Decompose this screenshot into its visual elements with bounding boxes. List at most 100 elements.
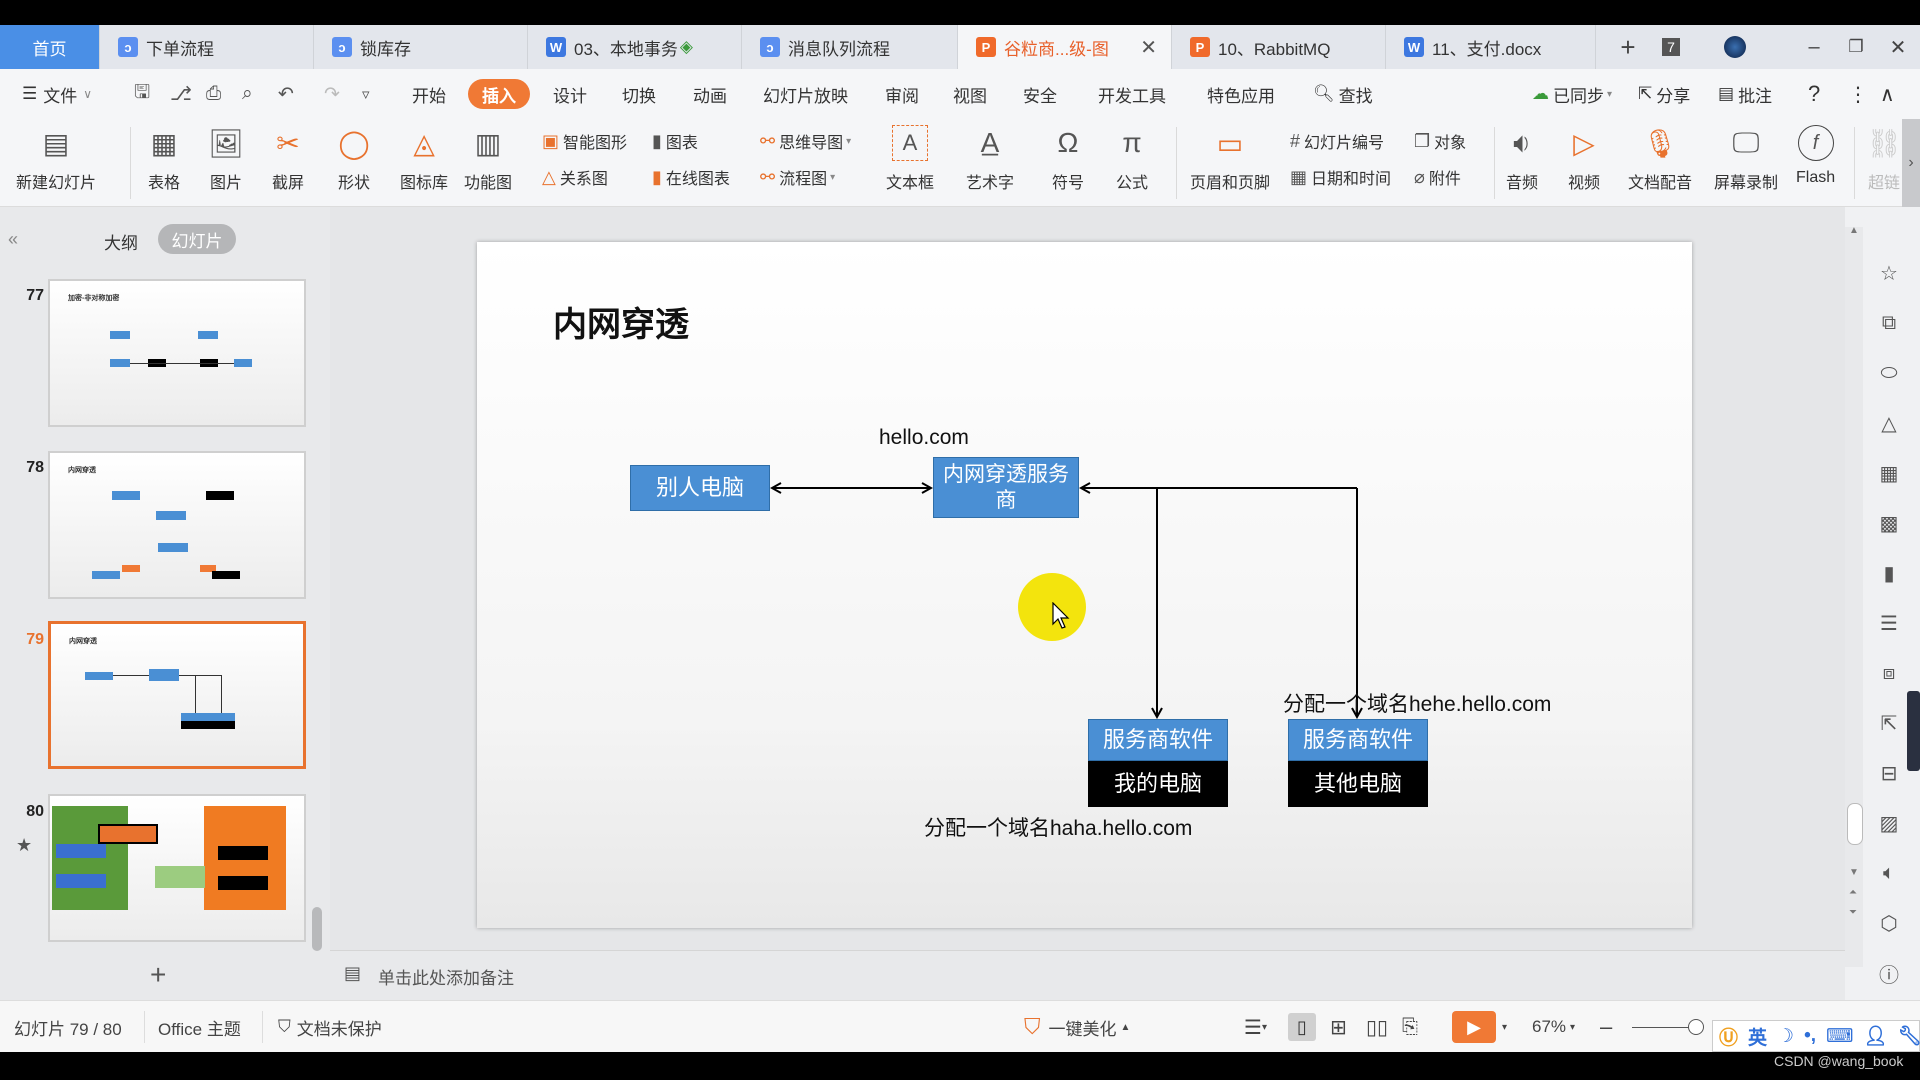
chart-icon[interactable]: ▮ [1876,560,1902,586]
slide[interactable]: 内网穿透 别人电脑 hello.com 内网穿透服务商 服务商软件 我的电脑 服… [477,242,1692,928]
audio-button[interactable]: 🔉︎ 音频 [1504,125,1540,193]
symbol-button[interactable]: Ω 符号 [1050,125,1086,193]
shapes-icon[interactable]: ⬭ [1876,360,1902,386]
normal-view-icon[interactable]: ▯ [1288,1013,1316,1041]
zoom-level[interactable]: 67% ▾ [1532,1001,1575,1053]
settings-sliders-icon[interactable]: ☰ [1876,610,1902,636]
zoom-slider-handle[interactable] [1688,1019,1704,1035]
tab-local-transaction[interactable]: W 03、本地事务 ◈ [528,25,742,69]
customize-icon[interactable]: ▿ [362,79,370,109]
table-icon[interactable]: ▦ [1876,460,1902,486]
wordart-button[interactable]: A̲ 艺术字 [966,125,1014,193]
menu-special-apps[interactable]: 特色应用 [1207,79,1275,109]
notes-view-icon[interactable]: ☰ ▾ [1244,1001,1267,1053]
moon-icon[interactable]: ☽ [1777,1025,1794,1048]
node-provider-software-2[interactable]: 服务商软件 [1288,719,1428,761]
avatar[interactable] [1718,25,1752,69]
hexagon-icon[interactable]: ⬡ [1876,910,1902,936]
node-other-computer[interactable]: 其他电脑 [1288,761,1428,807]
ime-toolbar[interactable]: Ⓤ 英 ☽ •, ⌨ 👤︎ 🔧︎ [1712,1020,1920,1052]
node-my-pc[interactable]: 我的电脑 [1088,761,1228,807]
flowchart-button[interactable]: ⚯ 流程图 ▾ [760,163,835,191]
more-icon[interactable]: ⋮ [1848,79,1868,109]
online-chart-button[interactable]: ▮ 在线图表 [652,163,730,191]
function-chart-button[interactable]: ▥ 功能图 [464,125,512,193]
collapse-ribbon-icon[interactable]: ∧ [1880,79,1895,109]
screen-record-button[interactable]: 🖵︎ 屏幕录制 [1714,125,1778,193]
provider-domain-label[interactable]: hello.com [879,426,969,450]
menu-design[interactable]: 设计 [553,79,587,109]
vertical-scrollbar-track[interactable] [1845,227,1863,967]
zoom-out-button[interactable]: – [1600,1001,1612,1053]
tab-lock-stock[interactable]: ↄ 锁库存 [314,25,528,69]
protection-status[interactable]: ⛉ 文档未保护 [278,1001,382,1053]
doc-voice-button[interactable]: 🎙︎ 文档配音 [1628,125,1692,193]
image-icon[interactable]: ▨ [1876,810,1902,836]
slide-thumb-79[interactable]: 内网穿透 [48,621,306,769]
info-icon[interactable]: ⓘ [1876,960,1902,987]
image-gallery-icon[interactable]: ⧈ [1876,660,1902,686]
video-button[interactable]: ▷ 视频 [1566,125,1602,193]
scroll-down-icon[interactable]: ▼ [1849,867,1859,878]
notes-bar[interactable]: ▤ 单击此处添加备注 [330,950,1845,1000]
textbox-button[interactable]: A 文本框 [886,125,934,193]
menu-slideshow[interactable]: 幻灯片放映 [763,79,848,109]
tab-home[interactable]: 首页 [0,25,100,69]
tab-gulimall-ppt[interactable]: P 谷粒商...级-图 ✕ [958,25,1172,69]
tab-outline[interactable]: 大纲 [104,229,138,254]
slide-thumb-77[interactable]: 加密-非对称加密 [48,279,306,427]
menu-insert[interactable]: 插入 [468,79,530,109]
picture-button[interactable]: 🖼︎ 图片 [208,125,244,193]
attachment-button[interactable]: ⌀ 附件 [1414,163,1461,191]
prev-slide-icon[interactable]: ⏶ [1849,887,1857,898]
close-window-button[interactable]: ✕ [1880,25,1916,69]
header-footer-button[interactable]: ▭ 页眉和页脚 [1190,125,1270,193]
slide-thumb-80[interactable] [48,794,306,942]
menu-view[interactable]: 视图 [953,79,987,109]
new-slide-button[interactable]: ▤ 新建幻灯片 [16,125,96,193]
tab-count-badge[interactable]: 7 [1656,25,1686,69]
slide-sorter-icon[interactable]: ⊞ [1330,1001,1347,1053]
slide-thumb-78[interactable]: 内网穿透 [48,451,306,599]
user-icon[interactable]: 👤︎ [1863,1024,1887,1048]
shape-button[interactable]: ◯ 形状 [336,125,372,193]
formula-button[interactable]: π 公式 [1114,125,1150,193]
theme-name[interactable]: Office 主题 [158,1001,241,1053]
share-export-icon[interactable]: ⇱ [1876,710,1902,736]
ribbon-scroll-right[interactable]: › [1902,119,1920,207]
icon-library-button[interactable]: ◬ 图标库 [400,125,448,193]
next-slide-icon[interactable]: ⏷ [1849,907,1857,918]
datetime-button[interactable]: ▦ 日期和时间 [1290,163,1391,191]
tab-mq-flow[interactable]: ↄ 消息队列流程 [742,25,958,69]
tab-rabbitmq[interactable]: P 10、RabbitMQ [1172,25,1386,69]
new-tab-button[interactable]: + [1610,25,1646,69]
search-button[interactable]: 🔍︎ 查找 [1313,79,1373,109]
format-painter-icon[interactable]: ⎇ [170,79,192,109]
slide-number-button[interactable]: # 幻灯片编号 [1290,127,1384,155]
undo-icon[interactable]: ↶ [278,79,294,109]
punctuation-icon[interactable]: •, [1804,1025,1816,1047]
star-effects-icon[interactable]: ☆ [1876,260,1902,286]
node-my-pc-group[interactable]: 服务商软件 我的电脑 [1088,719,1228,807]
node-provider-software-1[interactable]: 服务商软件 [1088,719,1228,761]
print-preview-icon[interactable]: ⌕ [242,79,253,109]
add-slide-icon[interactable]: + [150,959,166,991]
wrench-icon[interactable]: 🔧︎ [1898,1024,1920,1048]
comment-button[interactable]: ▤ 批注 [1718,79,1772,109]
audio-icon[interactable]: 🔈︎ [1876,860,1902,886]
panel-scrollbar[interactable] [312,907,322,951]
archive-icon[interactable]: ⊟ [1876,760,1902,786]
menu-review[interactable]: 审阅 [885,79,919,109]
play-slideshow-button[interactable]: ▶ [1452,1011,1496,1043]
tab-payment[interactable]: W 11、支付.docx [1386,25,1596,69]
menu-transition[interactable]: 切换 [622,79,656,109]
node-other-pc-group[interactable]: 服务商软件 其他电脑 [1288,719,1428,807]
menu-devtools[interactable]: 开发工具 [1098,79,1166,109]
object-button[interactable]: ❐ 对象 [1414,127,1466,155]
chart-button[interactable]: ▮ 图表 [652,127,698,155]
file-menu[interactable]: ☰ 文件 ∨ [22,79,92,109]
reading-view-icon[interactable]: ▯▯ [1366,1001,1388,1053]
redo-icon[interactable]: ↷ [324,79,340,109]
grid-icon[interactable]: ▩ [1876,510,1902,536]
menu-security[interactable]: 安全 [1023,79,1057,109]
